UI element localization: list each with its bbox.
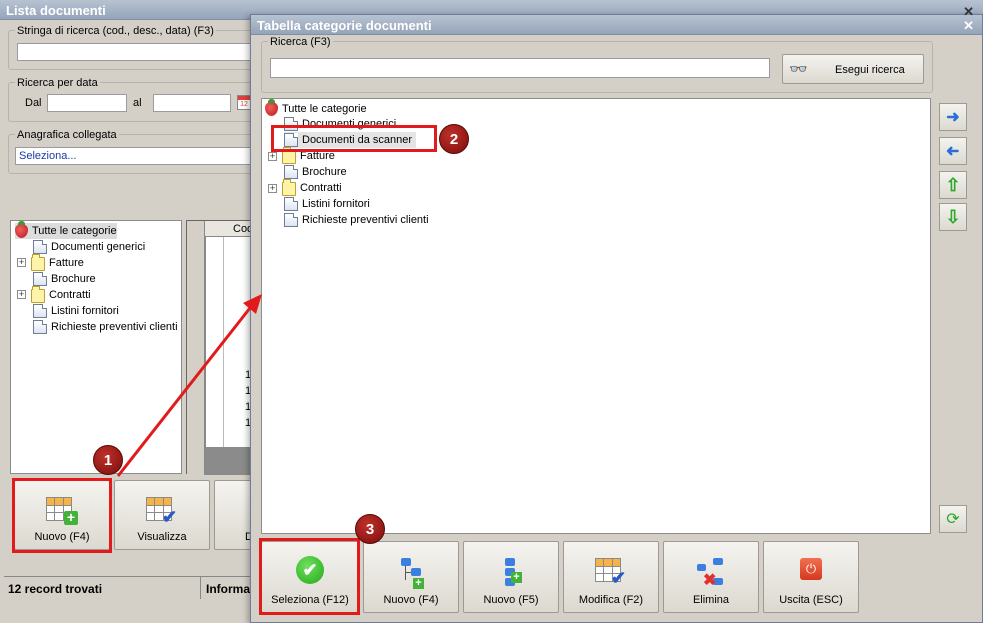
callout-badge: 2 [439, 124, 469, 154]
highlight-box [259, 538, 360, 615]
highlight-box [12, 478, 112, 553]
callout-badge: 1 [93, 445, 123, 475]
highlight-box [271, 125, 437, 152]
callout-badge: 3 [355, 514, 385, 544]
annotation-arrow [116, 294, 262, 477]
